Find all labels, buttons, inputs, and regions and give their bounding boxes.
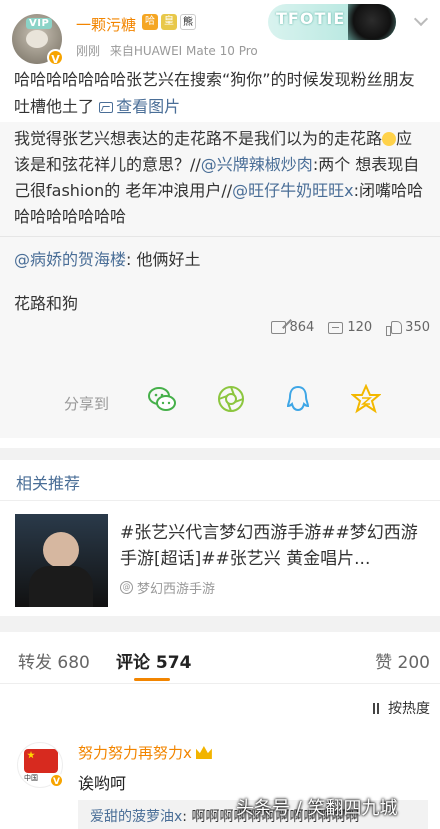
view-picture-label: 查看图片 <box>116 97 181 116</box>
related-title: 相关推荐 <box>16 474 81 493</box>
related-source-label: 梦幻西游手游 <box>137 582 216 597</box>
banner-photo <box>348 4 396 40</box>
thumbs-up-icon <box>386 321 403 336</box>
comment-icon <box>328 321 344 334</box>
comment-text: 诶哟呵 <box>78 774 127 793</box>
poster-avatar[interactable]: VIP V <box>12 14 64 66</box>
repost-text: 我觉得张艺兴想表达的走花路不是我们以为的走花路 应该是和弦花祥儿的意思？//@兴牌… <box>14 126 428 230</box>
active-tab-indicator <box>134 678 170 681</box>
post-time: 刚刚 <box>76 44 101 58</box>
comment-count[interactable]: 120 <box>328 320 372 335</box>
wechat-icon[interactable] <box>147 384 177 414</box>
related-text[interactable]: #张艺兴代言梦幻西游手游##梦幻西游手游[超话]##张艺兴 黄金唱片... <box>120 520 430 572</box>
repost-text-a: 我觉得张艺兴想表达的走花路不是我们以为的走花路 <box>14 129 383 148</box>
post-main-text: 哈哈哈哈哈哈哈张艺兴在搜索“狗你”的时候发现粉丝朋友吐槽他土了 <box>14 70 415 116</box>
mention-2[interactable]: @旺仔牛奶旺旺x <box>232 181 353 200</box>
thumb-face <box>43 532 79 568</box>
related-thumbnail[interactable] <box>15 514 108 607</box>
badge-laugh-icon: 哈 <box>142 14 158 30</box>
divider <box>0 236 440 237</box>
at-icon: @ <box>120 581 133 594</box>
moments-icon[interactable] <box>216 384 246 414</box>
verified-badge-icon: V <box>47 49 64 66</box>
share-row: 分享到 <box>0 374 440 430</box>
banner-text: TFOTIE <box>276 9 346 28</box>
commenter-name[interactable]: 努力努力再努力x <box>78 742 212 763</box>
like-count-value: 350 <box>405 320 430 335</box>
flag-image <box>24 749 58 773</box>
comment-mention-text: : 他俩好土 <box>126 250 201 269</box>
tab-like[interactable]: 赞 200 <box>375 648 430 673</box>
chevron-down-icon[interactable] <box>413 11 429 27</box>
divider <box>0 500 440 501</box>
poster-username[interactable]: 一颗污糖 <box>76 14 136 35</box>
reply-username[interactable]: 爱甜的菠萝油x <box>90 809 182 825</box>
weibo-post: VIP V 一颗污糖 哈 皇 熊 刚刚 来自HUAWEI Mate 10 Pro… <box>0 0 440 448</box>
mention-1[interactable]: @兴牌辣椒炒肉 <box>201 155 313 174</box>
sort-by-hot-button[interactable]: 按热度 <box>373 698 430 718</box>
comment-count-value: 120 <box>347 320 373 335</box>
qzone-icon[interactable] <box>351 384 381 414</box>
repost-body-2: 花路和狗 <box>14 294 79 313</box>
post-source: 来自HUAWEI Mate 10 Pro <box>109 44 258 58</box>
like-count[interactable]: 350 <box>386 320 430 336</box>
post-text: 哈哈哈哈哈哈哈张艺兴在搜索“狗你”的时候发现粉丝朋友吐槽他土了 查看图片 <box>14 66 426 120</box>
commenter-name-text: 努力努力再努力x <box>78 744 192 762</box>
share-label: 分享到 <box>64 395 110 413</box>
verified-badge-icon: V <box>49 773 64 788</box>
tab-comment[interactable]: 评论 574 <box>116 648 191 673</box>
related-recommend: 相关推荐 #张艺兴代言梦幻西游手游##梦幻西游手游[超话]##张艺兴 黄金唱片.… <box>0 460 440 616</box>
sort-label: 按热度 <box>388 701 430 717</box>
laugh-cry-emoji-icon <box>382 132 397 146</box>
repost-count[interactable]: 864 <box>270 320 315 335</box>
sort-icon <box>373 702 385 714</box>
tab-repost[interactable]: 转发 680 <box>18 648 90 673</box>
watermark: 头条号 / 笑翻四九城 <box>236 798 398 819</box>
avatar-caption: 中国 <box>24 774 38 782</box>
view-picture-link[interactable]: 查看图片 <box>99 97 180 116</box>
vip-tag: VIP <box>26 18 53 29</box>
thumb-body <box>29 566 93 607</box>
fan-banner[interactable]: TFOTIE <box>268 4 396 40</box>
detail-tabs: 转发 680 评论 574 赞 200 <box>0 632 440 684</box>
badge-crown-icon: 皇 <box>161 14 177 30</box>
picture-icon <box>99 102 114 113</box>
repost-icon <box>270 321 286 334</box>
user-badges: 哈 皇 熊 <box>142 14 196 30</box>
sort-row: 按热度 <box>0 684 440 728</box>
badge-panda-icon: 熊 <box>180 14 196 30</box>
repost-count-value: 864 <box>289 320 315 335</box>
qq-icon[interactable] <box>283 384 313 414</box>
crown-icon <box>195 746 212 759</box>
repost-stats: 864 120 350 <box>270 320 430 336</box>
repost-comment: @病娇的贺海楼: 他俩好土 <box>14 246 201 270</box>
post-meta: 刚刚 来自HUAWEI Mate 10 Pro <box>76 42 264 59</box>
related-source[interactable]: @ 梦幻西游手游 <box>120 578 215 597</box>
comment-mention[interactable]: @病娇的贺海楼 <box>14 250 126 269</box>
